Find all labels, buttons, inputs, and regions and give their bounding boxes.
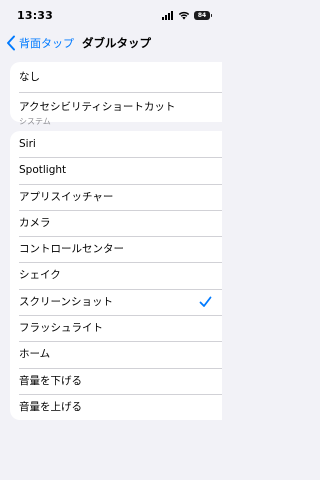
back-button[interactable]: 背面タップ [6,32,74,54]
option-row-app-switcher[interactable]: アプリスイッチャー [10,183,222,210]
option-label: ホーム [19,348,51,361]
option-label: フラッシュライト [19,322,103,335]
option-label: 音量を上げる [19,400,82,413]
option-row-none[interactable]: なし [10,62,222,92]
option-row-screenshot[interactable]: スクリーンショット [10,288,222,315]
battery-icon: 84 [194,10,212,20]
option-label: なし [19,71,40,83]
option-label: 音量を下げる [19,374,82,387]
option-row-home[interactable]: ホーム [10,341,222,367]
option-label: アクセシビリティショートカット [19,101,176,113]
option-row-volume-down[interactable]: 音量を下げる [10,367,222,394]
option-label: Siri [19,138,36,150]
option-label: カメラ [19,216,51,229]
system-options-group: Siri Spotlight アプリスイッチャー カメラ コントロールセンター … [10,131,222,421]
option-row-flashlight[interactable]: フラッシュライト [10,315,222,341]
status-icons: 84 [162,10,212,20]
cellular-signal-icon [162,10,173,20]
wifi-icon [178,11,190,19]
chevron-left-icon [7,35,15,51]
page-title: ダブルタップ [82,36,151,50]
option-row-control-center[interactable]: コントロールセンター [10,236,222,262]
section-header-system: システム [19,117,51,126]
option-row-siri[interactable]: Siri [10,131,222,157]
option-label: コントロールセンター [19,243,124,256]
option-row-camera[interactable]: カメラ [10,209,222,236]
option-row-spotlight[interactable]: Spotlight [10,157,222,183]
back-button-label: 背面タップ [19,37,74,50]
option-label: Spotlight [19,164,67,177]
top-options-group: なし アクセシビリティショートカット [10,62,222,122]
option-label: シェイク [19,269,61,282]
status-bar: 13:33 84 [0,0,222,30]
option-row-volume-up[interactable]: 音量を上げる [10,393,222,420]
option-row-shake[interactable]: シェイク [10,262,222,288]
status-time: 13:33 [17,9,54,22]
checkmark-icon [199,296,212,307]
option-label: アプリスイッチャー [19,190,114,203]
option-label: スクリーンショット [19,295,113,308]
navigation-bar: 背面タップ ダブルタップ [0,30,222,56]
